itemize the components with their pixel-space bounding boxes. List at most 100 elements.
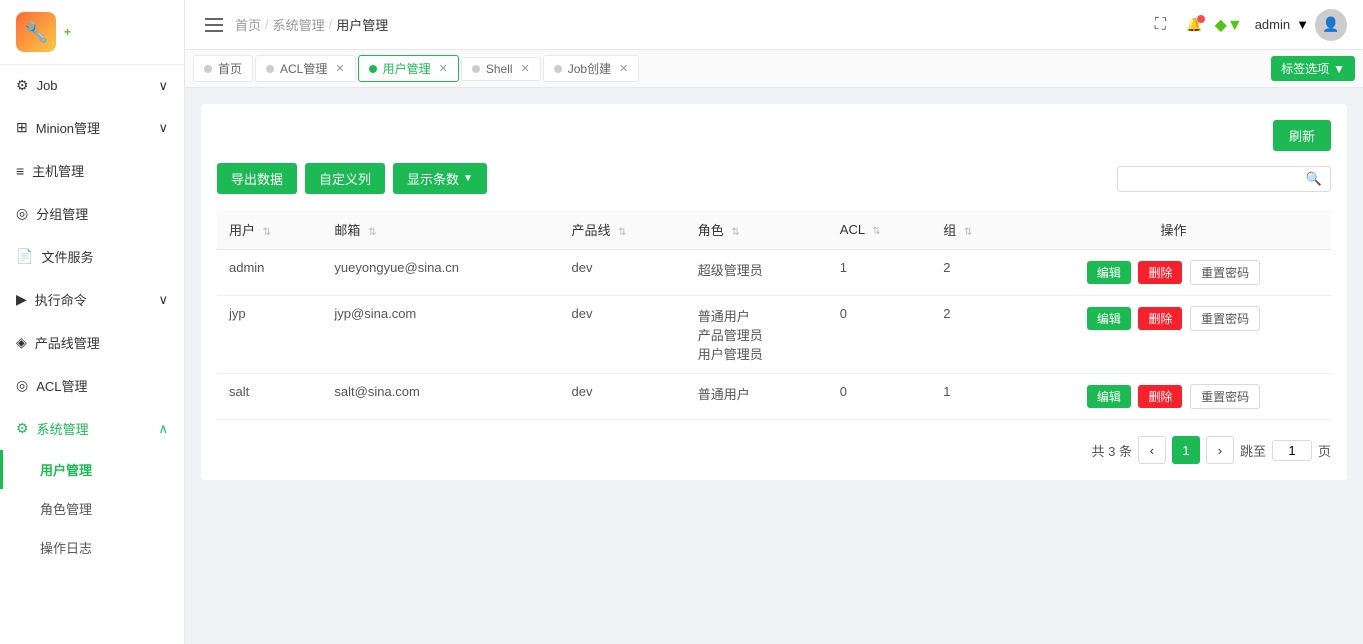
cell-role-1: 普通用户产品管理员用户管理员 [686, 296, 828, 374]
tab-user-label: 用户管理 [383, 60, 431, 77]
cell-group-0: 2 [931, 250, 1016, 296]
cell-actions-0: 编辑 删除 重置密码 [1016, 250, 1331, 296]
page-jump-input[interactable] [1272, 440, 1312, 461]
tab-user-close[interactable]: ✕ [439, 62, 448, 75]
search-icon[interactable]: 🔍 [1306, 171, 1322, 187]
sidebar: 🔧 + ⚙ Job ∨ ⊞ Minion管理 ∨ ≡ 主机管理 ◎ 分组管理 📄… [0, 0, 185, 644]
notification-button[interactable]: 🔔 [1186, 17, 1202, 33]
sidebar-submenu-user-mgmt[interactable]: 用户管理 [0, 450, 184, 489]
cell-user-1: jyp [217, 296, 322, 374]
sidebar-submenu-role-mgmt[interactable]: 角色管理 [0, 489, 184, 528]
col-actions: 操作 [1016, 210, 1331, 250]
tab-home[interactable]: 首页 [193, 55, 253, 82]
col-email: 邮箱 ⇅ [322, 210, 559, 250]
table-header-row: 用户 ⇅ 邮箱 ⇅ 产品线 ⇅ 角色 ⇅ [217, 210, 1331, 250]
breadcrumb-current: 用户管理 [336, 15, 388, 34]
user-menu[interactable]: admin ▼ 👤 [1255, 9, 1347, 41]
sidebar-item-product[interactable]: ◈ 产品线管理 [0, 321, 184, 364]
cell-acl-1: 0 [828, 296, 932, 374]
search-input[interactable] [1126, 171, 1306, 186]
col-role: 角色 ⇅ [686, 210, 828, 250]
sidebar-item-product-label: 产品线管理 [35, 333, 100, 352]
reset-password-button-0[interactable]: 重置密码 [1190, 260, 1260, 285]
next-page-button[interactable]: › [1206, 436, 1234, 464]
sidebar-item-system[interactable]: ⚙ 系统管理 ∧ [0, 407, 184, 450]
display-rows-chevron: ▼ [463, 173, 473, 184]
delete-button-0[interactable]: 删除 [1138, 261, 1182, 284]
sidebar-item-file[interactable]: 📄 文件服务 [0, 235, 184, 278]
acl-sort-icon[interactable]: ⇅ [872, 226, 880, 237]
group-icon: ◎ [16, 205, 28, 222]
cell-actions-2: 编辑 删除 重置密码 [1016, 374, 1331, 420]
fullscreen-button[interactable]: ⛶ [1146, 11, 1174, 39]
sidebar-item-exec[interactable]: ▶ 执行命令 ∨ [0, 278, 184, 321]
sidebar-item-job[interactable]: ⚙ Job ∨ [0, 65, 184, 106]
export-button[interactable]: 导出数据 [217, 163, 297, 194]
data-table: 用户 ⇅ 邮箱 ⇅ 产品线 ⇅ 角色 ⇅ [217, 210, 1331, 420]
display-rows-button[interactable]: 显示条数 ▼ [393, 163, 487, 194]
sidebar-item-host[interactable]: ≡ 主机管理 [0, 149, 184, 192]
prev-page-button[interactable]: ‹ [1138, 436, 1166, 464]
cell-acl-0: 1 [828, 250, 932, 296]
tags-option-button[interactable]: 标签选项 ▼ [1271, 56, 1355, 81]
cell-role-0: 超级管理员 [686, 250, 828, 296]
user-name-label: admin [1255, 17, 1290, 32]
breadcrumb-home[interactable]: 首页 [235, 15, 261, 34]
tab-acl[interactable]: ACL管理 ✕ [255, 55, 356, 82]
acl-nav-icon: ◎ [16, 377, 28, 394]
tab-job-close[interactable]: ✕ [619, 62, 628, 75]
hamburger-menu[interactable] [201, 14, 227, 36]
page-1-button[interactable]: 1 [1172, 436, 1200, 464]
reset-password-button-1[interactable]: 重置密码 [1190, 306, 1260, 331]
breadcrumb-sep1: / [265, 17, 269, 32]
tabs-bar: 首页 ACL管理 ✕ 用户管理 ✕ Shell ✕ Job创建 ✕ 标签选项 ▼ [185, 50, 1363, 88]
tab-acl-close[interactable]: ✕ [335, 62, 344, 75]
product-sort-icon[interactable]: ⇅ [618, 227, 626, 238]
breadcrumb: 首页 / 系统管理 / 用户管理 [235, 15, 388, 34]
sidebar-item-minion-label: Minion管理 [36, 118, 100, 137]
reset-password-button-2[interactable]: 重置密码 [1190, 384, 1260, 409]
tab-user-mgmt[interactable]: 用户管理 ✕ [358, 55, 459, 82]
cell-group-2: 1 [931, 374, 1016, 420]
sidebar-submenu-op-log[interactable]: 操作日志 [0, 528, 184, 567]
toolbar: 导出数据 自定义列 显示条数 ▼ 🔍 [217, 163, 1331, 194]
host-icon: ≡ [16, 163, 24, 179]
sidebar-item-group[interactable]: ◎ 分组管理 [0, 192, 184, 235]
tab-shell-close[interactable]: ✕ [521, 62, 530, 75]
jump-label: 跳至 [1240, 441, 1266, 460]
user-dropdown-icon: ▼ [1296, 17, 1309, 32]
delete-button-2[interactable]: 删除 [1138, 385, 1182, 408]
sidebar-item-file-label: 文件服务 [41, 247, 93, 266]
sidebar-item-acl[interactable]: ◎ ACL管理 [0, 364, 184, 407]
sidebar-item-host-label: 主机管理 [32, 161, 84, 180]
col-product-line: 产品线 ⇅ [560, 210, 686, 250]
tabs-actions: 标签选项 ▼ [1271, 56, 1355, 81]
breadcrumb-system[interactable]: 系统管理 [273, 15, 325, 34]
customize-button[interactable]: 自定义列 [305, 163, 385, 194]
delete-button-1[interactable]: 删除 [1138, 307, 1182, 330]
system-submenu: 用户管理 角色管理 操作日志 [0, 450, 184, 567]
logo-plus: + [64, 25, 71, 39]
sidebar-item-job-label: Job [37, 78, 58, 93]
logo-icon: 🔧 [16, 12, 56, 52]
edit-button-0[interactable]: 编辑 [1087, 261, 1131, 284]
top-header: 首页 / 系统管理 / 用户管理 ⛶ 🔔 ◆▼ admin ▼ 👤 [185, 0, 1363, 50]
cell-email-0: yueyongyue@sina.cn [322, 250, 559, 296]
edit-button-1[interactable]: 编辑 [1087, 307, 1131, 330]
pagination: 共 3 条 ‹ 1 › 跳至 页 [217, 436, 1331, 464]
edit-button-2[interactable]: 编辑 [1087, 385, 1131, 408]
tab-shell[interactable]: Shell ✕ [461, 57, 541, 81]
email-sort-icon[interactable]: ⇅ [368, 227, 376, 238]
refresh-button[interactable]: 刷新 [1273, 120, 1331, 151]
table-row: salt salt@sina.com dev 普通用户 0 1 编辑 删除 重置… [217, 374, 1331, 420]
user-sort-icon[interactable]: ⇅ [263, 227, 271, 238]
sidebar-item-minion[interactable]: ⊞ Minion管理 ∨ [0, 106, 184, 149]
group-sort-icon[interactable]: ⇅ [964, 227, 972, 238]
tab-job-create[interactable]: Job创建 ✕ [543, 55, 640, 82]
top-right-bar: 刷新 [217, 120, 1331, 151]
role-sort-icon[interactable]: ⇅ [731, 227, 739, 238]
cell-acl-2: 0 [828, 374, 932, 420]
tags-option-icon: ▼ [1333, 62, 1345, 76]
exec-chevron-icon: ∨ [158, 292, 168, 308]
minion-icon: ⊞ [16, 119, 28, 136]
